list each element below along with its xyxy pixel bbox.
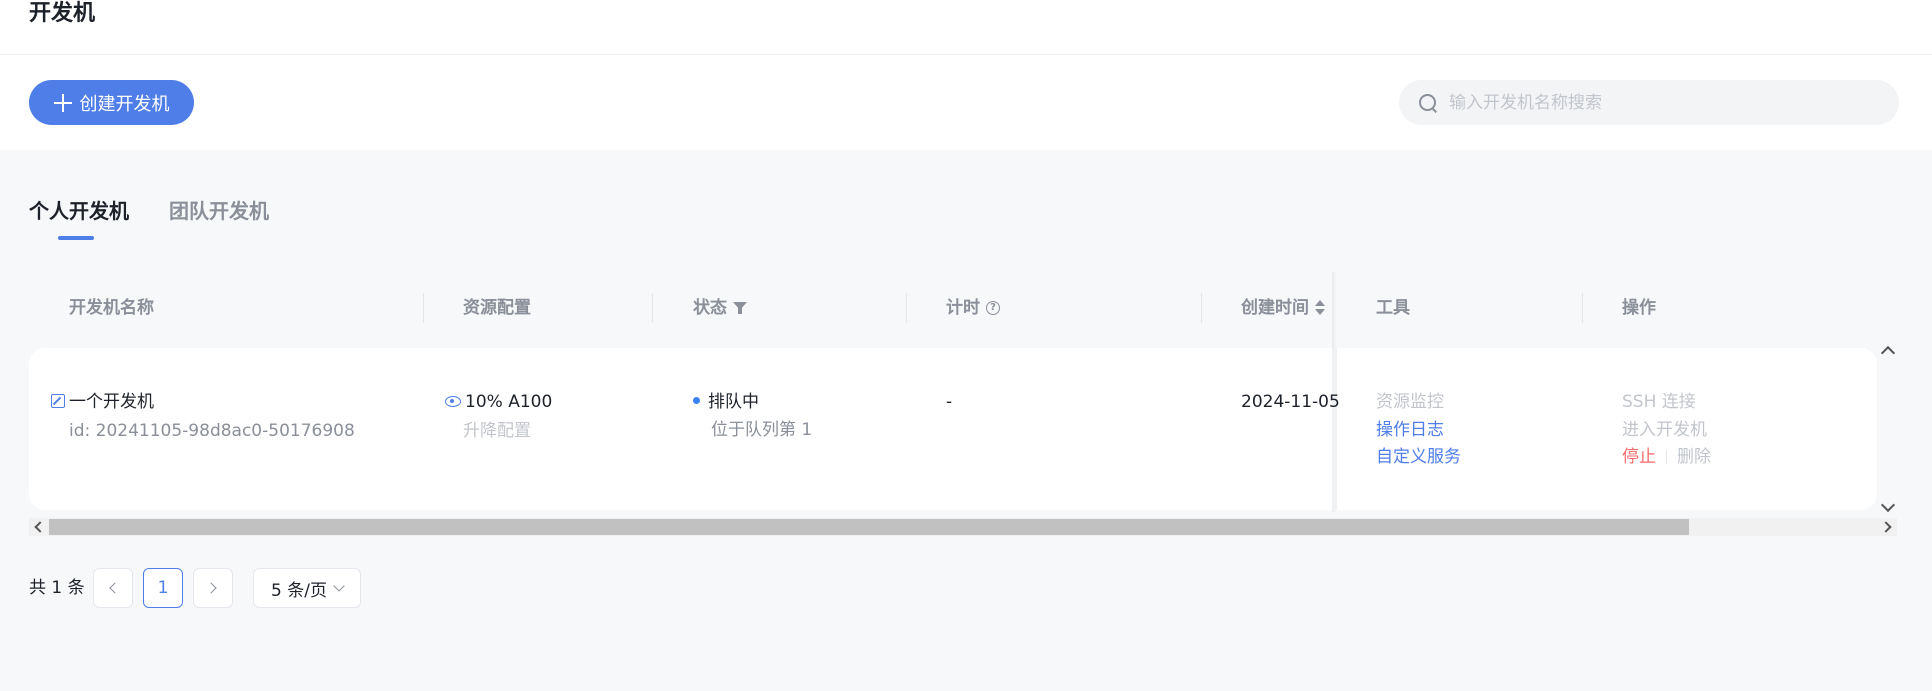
scroll-up-icon[interactable] xyxy=(1880,345,1896,361)
column-header-actions: 操作 xyxy=(1622,298,1656,318)
column-header-timer: 计时? xyxy=(946,296,1000,320)
devbox-name-cell: 一个开发机 xyxy=(51,389,154,416)
column-separator xyxy=(652,293,653,323)
column-separator xyxy=(1201,293,1202,323)
next-page-button[interactable] xyxy=(193,568,233,608)
top-panel xyxy=(0,0,1932,150)
status-text: 排队中 xyxy=(708,392,759,412)
action-divider xyxy=(1666,450,1667,464)
column-header-tools: 工具 xyxy=(1376,298,1410,318)
search-box[interactable] xyxy=(1399,80,1899,125)
create-devbox-button[interactable]: 创建开发机 xyxy=(29,80,194,125)
tab-personal-devbox[interactable]: 个人开发机 xyxy=(29,198,129,224)
filter-icon[interactable] xyxy=(733,302,747,314)
delete-button[interactable]: 删除 xyxy=(1677,447,1711,467)
page-size-value: 5 条/页 xyxy=(271,580,327,601)
page-button-current[interactable]: 1 xyxy=(143,568,183,608)
create-devbox-label: 创建开发机 xyxy=(79,93,170,115)
scroll-right-icon[interactable] xyxy=(1880,521,1892,533)
resource-cell: 10% A100 xyxy=(445,389,552,416)
edit-icon[interactable] xyxy=(51,394,65,408)
custom-service-link[interactable]: 自定义服务 xyxy=(1376,444,1461,471)
column-header-status[interactable]: 状态 xyxy=(693,296,747,320)
devbox-name: 一个开发机 xyxy=(69,392,154,412)
tab-team-devbox[interactable]: 团队开发机 xyxy=(169,198,269,224)
enter-devbox-link[interactable]: 进入开发机 xyxy=(1622,417,1707,444)
stop-button[interactable]: 停止 xyxy=(1622,447,1656,467)
scrollbar-thumb[interactable] xyxy=(49,519,1689,535)
column-separator xyxy=(1582,293,1583,323)
column-header-name: 开发机名称 xyxy=(69,298,154,318)
stop-delete-actions: 停止 删除 xyxy=(1622,444,1711,471)
fixed-column-edge xyxy=(1332,348,1337,510)
scroll-left-icon[interactable] xyxy=(34,521,46,533)
ssh-connect-link[interactable]: SSH 连接 xyxy=(1622,389,1696,416)
header-divider xyxy=(0,54,1932,55)
horizontal-scrollbar[interactable] xyxy=(29,518,1897,536)
chevron-left-icon xyxy=(109,582,121,594)
vertical-scrollbar[interactable] xyxy=(1879,342,1897,516)
queue-position: 位于队列第 1 xyxy=(711,420,813,440)
status-dot xyxy=(693,397,700,404)
prev-page-button[interactable] xyxy=(93,568,133,608)
search-input[interactable] xyxy=(1449,92,1869,113)
resource-value: 10% A100 xyxy=(465,392,553,412)
column-header-resource: 资源配置 xyxy=(463,298,531,318)
timer-value: - xyxy=(946,392,953,412)
scroll-down-icon[interactable] xyxy=(1880,497,1896,513)
created-time: 2024-11-05 xyxy=(1241,392,1340,412)
active-tab-indicator xyxy=(58,236,94,240)
resize-config-link[interactable]: 升降配置 xyxy=(463,418,531,445)
chevron-down-icon xyxy=(333,580,345,592)
page-title: 开发机 xyxy=(29,1,96,26)
help-icon[interactable]: ? xyxy=(986,301,1000,315)
column-header-created[interactable]: 创建时间 xyxy=(1241,296,1325,320)
sort-icon[interactable] xyxy=(1315,300,1325,316)
operation-log-link[interactable]: 操作日志 xyxy=(1376,417,1444,444)
plus-icon xyxy=(53,93,72,112)
page-size-select[interactable]: 5 条/页 xyxy=(253,568,361,608)
column-separator xyxy=(906,293,907,323)
devbox-id: id: 20241105-98d8ac0-50176908 xyxy=(69,421,355,441)
pagination-total: 共 1 条 xyxy=(29,578,85,598)
resource-monitor-link[interactable]: 资源监控 xyxy=(1376,389,1444,416)
eye-icon[interactable] xyxy=(445,396,461,407)
column-separator xyxy=(423,293,424,323)
status-cell: 排队中 xyxy=(693,389,759,416)
search-icon xyxy=(1419,93,1437,112)
chevron-right-icon xyxy=(205,582,217,594)
